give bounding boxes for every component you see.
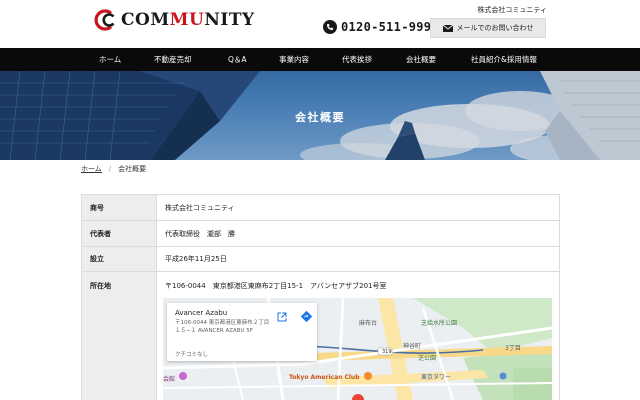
mail-contact-button[interactable]: メールでのお問い合わせ [430, 18, 546, 38]
breadcrumb-current: 会社概要 [118, 165, 147, 173]
map-label-tokyo-tower: 東京タワー [421, 374, 452, 381]
mail-contact-label: メールでのお問い合わせ [456, 24, 534, 32]
directions-icon[interactable] [301, 311, 312, 322]
page-title: 会社概要 [295, 111, 345, 124]
table-row: 商号 株式会社コミュニティ [82, 195, 559, 221]
map-label-hall: 会館 [163, 376, 176, 383]
mail-icon [442, 24, 453, 32]
site-header: COMMUNITY 株式会社コミュニティ 0120-511-999 メールでのお… [0, 0, 640, 48]
map-label-sanchome: 3丁目 [505, 345, 521, 352]
open-in-maps-icon[interactable] [277, 312, 287, 322]
phone-number: 0120-511-999 [341, 20, 432, 34]
map-label-route: 319 [382, 349, 392, 355]
map-place-name: Avancer Azabu [175, 309, 228, 317]
global-nav: ホーム 不動産売却 Q＆A 事業内容 代表挨拶 会社概要 社員紹介&採用情報 [0, 48, 640, 71]
breadcrumb-home[interactable]: ホーム [81, 164, 102, 174]
map-label-tokyo-american-club: Tokyo American Club [289, 374, 360, 381]
map-label-shiba-park: 芝給水所公園 [421, 320, 458, 327]
map-label-azabudai: 麻布台 [359, 320, 378, 327]
row-value-trade-name: 株式会社コミュニティ [157, 195, 559, 220]
row-label-established: 設立 [82, 247, 157, 271]
logo-wordmark: COMMUNITY [121, 10, 255, 30]
row-value-representative: 代表取締役 瀧部 勝 [157, 221, 559, 246]
company-name-small: 株式会社コミュニティ [477, 6, 547, 14]
nav-item-business[interactable]: 事業内容 [279, 48, 309, 71]
google-map-embed[interactable]: 麻布台 芝給水所公園 神谷町 芝公園 3丁目 Tokyo American Cl… [163, 298, 552, 400]
nav-item-sale[interactable]: 不動産売却 [154, 48, 192, 71]
row-label-address: 所在地 [82, 272, 157, 400]
table-row: 設立 平成26年11月25日 [82, 247, 559, 272]
nav-item-greeting[interactable]: 代表挨拶 [342, 48, 372, 71]
map-label-shibakoen: 芝公園 [418, 355, 437, 362]
map-place-reviews: クチコミなし [175, 352, 209, 358]
breadcrumb-separator: / [108, 165, 112, 173]
map-place-address: 〒106-0044 東京都港区東麻布２丁目１５−１ AVANCER AZABU … [175, 320, 270, 334]
table-row: 代表者 代表取締役 瀧部 勝 [82, 221, 559, 247]
logo-mark-icon [94, 9, 115, 31]
phone-contact[interactable]: 0120-511-999 [323, 20, 431, 34]
nav-item-recruit[interactable]: 社員紹介&採用情報 [471, 48, 537, 71]
row-value-established: 平成26年11月25日 [157, 247, 559, 271]
nav-item-home[interactable]: ホーム [99, 48, 121, 71]
map-place-card: Avancer Azabu 〒106-0044 東京都港区東麻布２丁目１５−１ … [167, 303, 317, 361]
row-label-trade-name: 商号 [82, 195, 157, 220]
row-label-representative: 代表者 [82, 221, 157, 246]
nav-item-company[interactable]: 会社概要 [406, 48, 436, 71]
row-value-address: 〒106-0044 東京都港区東麻布2丁目15-1 アバンセアザブ201号室 [165, 282, 387, 290]
site-logo[interactable]: COMMUNITY [92, 6, 255, 34]
map-label-kamiyacho: 神谷町 [403, 343, 422, 350]
phone-icon [323, 20, 337, 34]
breadcrumb: ホーム / 会社概要 [81, 164, 146, 174]
hero-banner: 会社概要 [0, 71, 640, 160]
nav-item-qa[interactable]: Q＆A [228, 48, 247, 71]
